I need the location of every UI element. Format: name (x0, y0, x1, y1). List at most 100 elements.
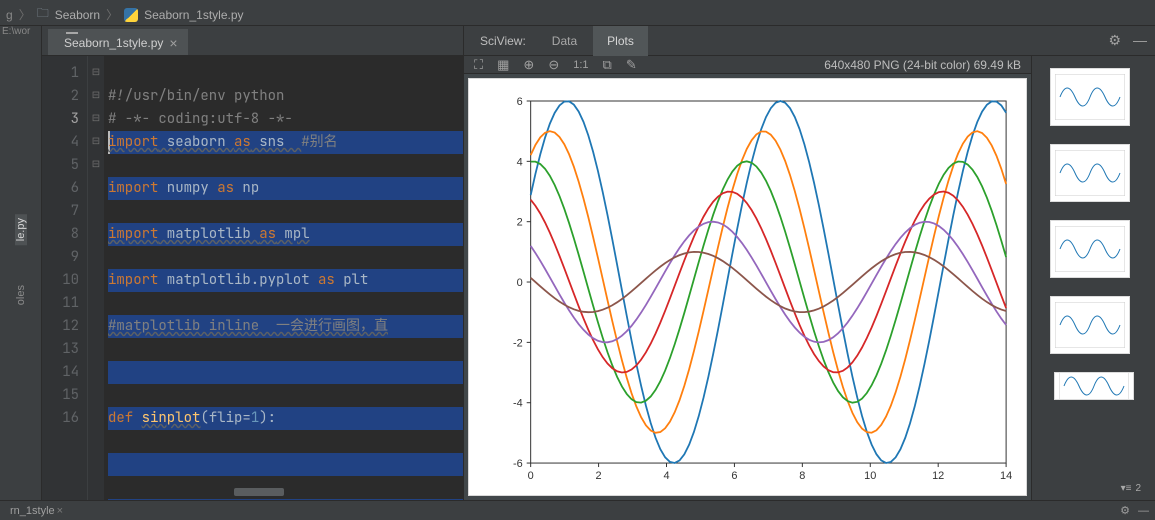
t: #别名 (301, 133, 337, 151)
t: as (234, 133, 251, 151)
chevron-icon: 〉 (106, 6, 118, 23)
gear-icon[interactable]: ⚙ (1108, 32, 1121, 49)
line-gutter: 1 2 3 4 5 6 7 8 9 10 11 12 13 14 15 16 (42, 56, 88, 500)
plot-thumbnail[interactable] (1050, 296, 1130, 354)
python-icon (124, 8, 138, 22)
t: matplotlib.pyplot (158, 271, 318, 289)
minimize-icon[interactable] (66, 32, 78, 34)
t: as (318, 271, 335, 289)
t: sns (251, 133, 301, 151)
zoom-in-icon[interactable]: ⊕ (523, 57, 534, 73)
sciview-tabs: SciView: Data Plots ⚙ — (464, 26, 1155, 56)
svg-text:-2: -2 (513, 337, 523, 349)
zoom-ratio[interactable]: 1:1 (573, 59, 588, 71)
horizontal-scrollbar[interactable] (234, 488, 284, 496)
line-number: 11 (42, 292, 79, 315)
code-line: #!/usr/bin/env python (108, 87, 284, 105)
bottom-bar: rn_1style× ⚙ — (0, 500, 1155, 520)
t: sinplot (142, 409, 201, 427)
line-number: 6 (42, 177, 79, 200)
line-number: 5 (42, 154, 79, 177)
line-number: 8 (42, 223, 79, 246)
zoom-out-icon[interactable]: ⊖ (548, 57, 559, 73)
t: as (217, 179, 234, 197)
t: (flip= (200, 409, 250, 427)
chevron-icon: 〉 (19, 6, 31, 23)
svg-text:-4: -4 (513, 398, 523, 410)
tab-data[interactable]: Data (538, 26, 591, 56)
letter-g-cut: g (6, 8, 13, 22)
export-icon[interactable]: ⧉ (603, 57, 612, 73)
t: numpy (158, 179, 217, 197)
t: 1 (251, 409, 259, 427)
close-icon[interactable]: × (169, 36, 177, 50)
line-number: 4 (42, 131, 79, 154)
breadcrumb-file[interactable]: Seaborn_1style.py (144, 8, 243, 22)
svg-text:10: 10 (864, 470, 876, 482)
color-picker-icon[interactable]: ✎ (626, 57, 637, 73)
thumbnail-pager[interactable]: ▾≡2 (1121, 483, 1141, 494)
svg-text:4: 4 (663, 470, 669, 482)
sciview-title: SciView: (470, 34, 536, 48)
breadcrumb-folder[interactable]: Seaborn (55, 8, 100, 22)
line-number: 16 (42, 407, 79, 430)
svg-text:6: 6 (517, 96, 523, 108)
line-number: 3 (42, 108, 79, 131)
left-tool-strip: E:\wor le.py oles (0, 26, 42, 500)
svg-text:0: 0 (517, 277, 523, 289)
t: seaborn (158, 133, 234, 151)
plot-thumbnail[interactable] (1050, 68, 1130, 126)
editor-tabs: Seaborn_1style.py × (42, 26, 463, 56)
tool-tab-1[interactable]: le.py (15, 214, 27, 245)
line-number: 15 (42, 384, 79, 407)
tool-tab-2[interactable]: oles (15, 281, 27, 309)
line-number: 10 (42, 269, 79, 292)
t: plt (335, 271, 369, 289)
image-info: 640x480 PNG (24-bit color) 69.49 kB (824, 58, 1021, 72)
folder-icon (37, 4, 49, 25)
run-tab[interactable]: rn_1style× (6, 505, 67, 517)
svg-text:14: 14 (1000, 470, 1012, 482)
line-number: 14 (42, 361, 79, 384)
svg-text:8: 8 (799, 470, 805, 482)
svg-text:12: 12 (932, 470, 944, 482)
t: import (108, 271, 158, 289)
plot-canvas: 0 2 4 6 8 10 12 14 -6 -4 -2 0 2 4 6 (468, 78, 1027, 496)
tab-plots[interactable]: Plots (593, 26, 648, 56)
fit-screen-icon[interactable]: ⛶ (474, 57, 483, 73)
gear-icon[interactable]: ⚙ (1120, 504, 1130, 517)
line-number: 2 (42, 85, 79, 108)
svg-text:2: 2 (596, 470, 602, 482)
svg-text:0: 0 (528, 470, 534, 482)
plot-thumbnail[interactable] (1054, 372, 1134, 400)
t: import (108, 179, 158, 197)
thumbnail-panel: × × × × ▾≡2 (1031, 56, 1155, 500)
line-number: 1 (42, 62, 79, 85)
plot-toolbar: ⛶ ▦ ⊕ ⊖ 1:1 ⧉ ✎ 640x480 PNG (24-bit colo… (464, 56, 1031, 74)
line-number: 9 (42, 246, 79, 269)
cut-path-label: E:\wor (0, 26, 41, 44)
minimize-icon[interactable]: — (1138, 505, 1149, 517)
t: ): (259, 409, 276, 427)
editor-tab-label: Seaborn_1style.py (64, 36, 163, 50)
t: def (108, 409, 142, 427)
code-editor[interactable]: #!/usr/bin/env python # -*- coding:utf-8… (104, 56, 463, 500)
svg-text:2: 2 (517, 217, 523, 229)
t: matplotlib (158, 225, 259, 243)
t: np (234, 179, 259, 197)
plot-thumbnail[interactable] (1050, 220, 1130, 278)
grid-icon[interactable]: ▦ (497, 57, 509, 73)
t: mpl (276, 225, 310, 243)
svg-text:4: 4 (517, 156, 523, 168)
plot-thumbnail[interactable] (1050, 144, 1130, 202)
t: import (108, 225, 158, 243)
fold-column: ⊟⊟⊟⊟⊟ (88, 56, 104, 500)
minimize-icon[interactable]: — (1133, 32, 1147, 49)
svg-text:6: 6 (731, 470, 737, 482)
code-line: # -*- coding:utf-8 -*- (108, 110, 293, 128)
line-number: 12 (42, 315, 79, 338)
line-number: 13 (42, 338, 79, 361)
svg-text:-6: -6 (513, 458, 523, 470)
t: import (108, 133, 158, 151)
t: as (259, 225, 276, 243)
